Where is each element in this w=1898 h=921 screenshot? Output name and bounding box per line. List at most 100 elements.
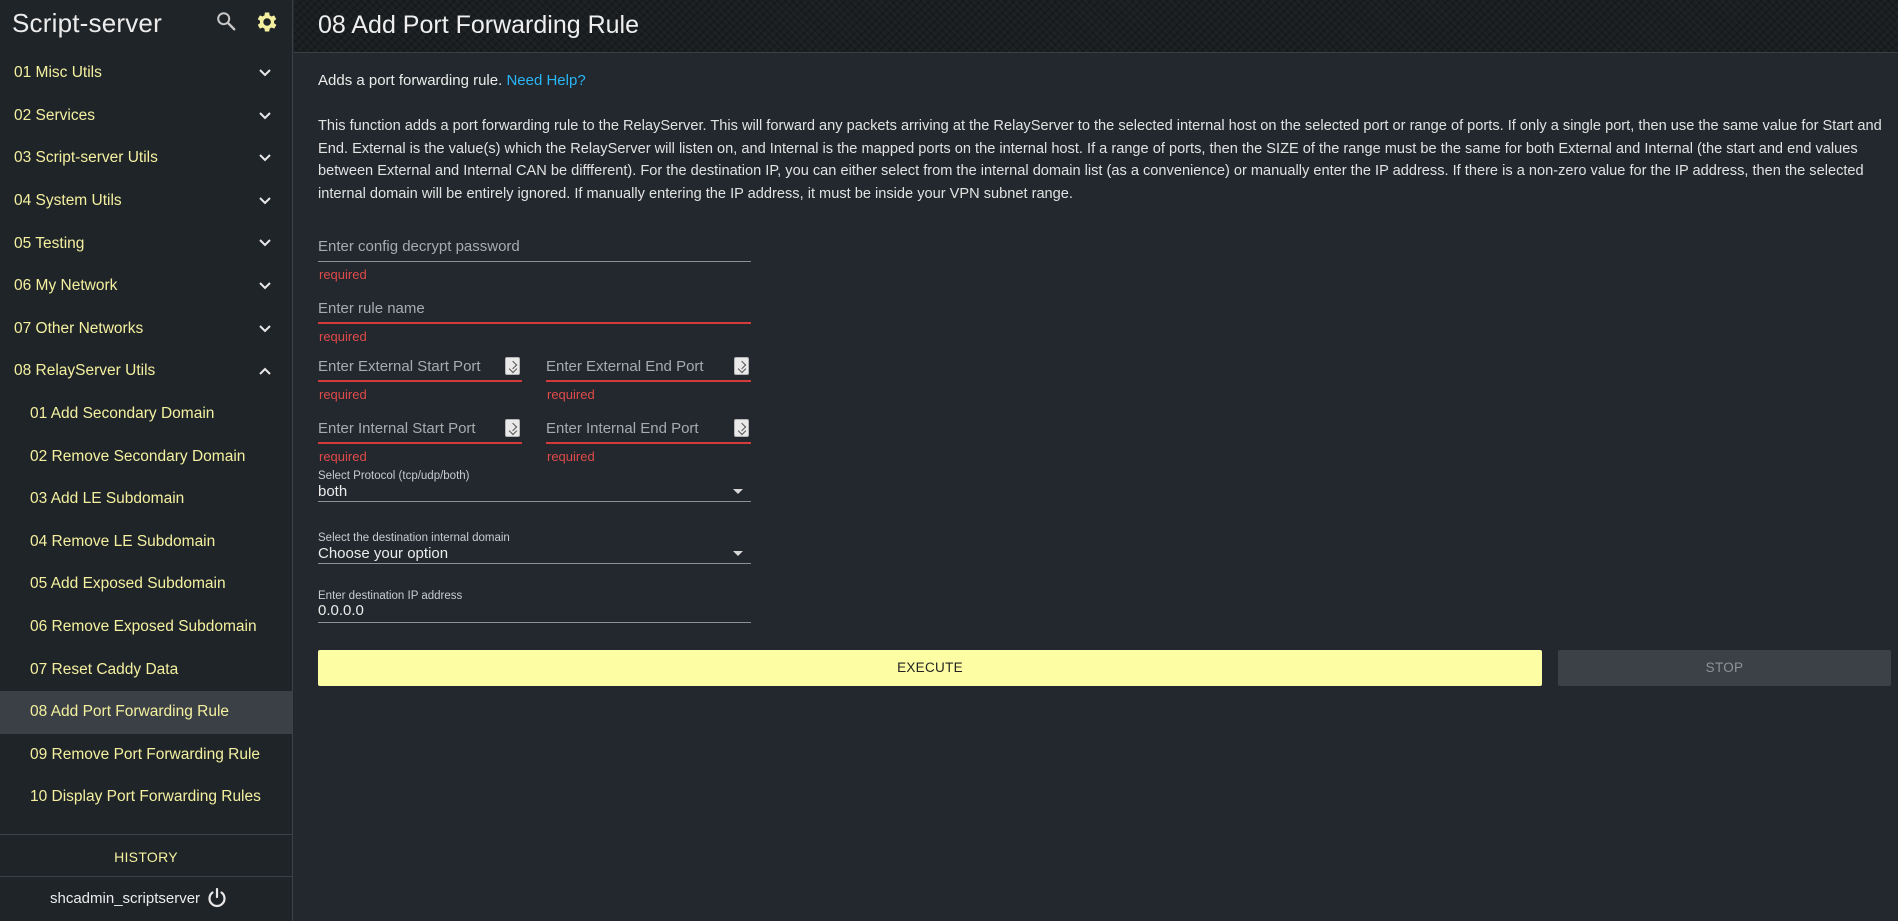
divider (0, 834, 292, 835)
sidebar-item-label: 04 Remove LE Subdomain (30, 532, 216, 550)
nav-group-misc-utils[interactable]: 01 Misc Utils (0, 52, 292, 95)
internal-end-port-placeholder: Enter Internal End Port (546, 420, 699, 437)
sidebar-item-add-secondary-domain[interactable]: 01 Add Secondary Domain (0, 393, 292, 436)
internal-end-port-field[interactable]: Enter Internal End Port required (546, 419, 751, 465)
field-underline (546, 380, 751, 382)
chevron-down-icon (259, 282, 271, 290)
script-nav: 01 Misc Utils 02 Services 03 Script-serv… (0, 52, 292, 819)
field-underline (318, 380, 522, 382)
chevron-down-icon (259, 197, 271, 205)
password-field[interactable]: Enter config decrypt password required (318, 238, 751, 283)
error-message: required (319, 267, 367, 282)
sidebar-item-display-port-forwarding-rules[interactable]: 10 Display Port Forwarding Rules (0, 776, 292, 819)
nav-group-label: 02 Services (14, 106, 95, 124)
error-message: required (547, 449, 595, 464)
sidebar-item-label: 01 Add Secondary Domain (30, 405, 215, 423)
sidebar-item-add-le-subdomain[interactable]: 03 Add LE Subdomain (0, 478, 292, 521)
page-header: 08 Add Port Forwarding Rule (294, 0, 1898, 53)
intro-text: Adds a port forwarding rule. (318, 72, 503, 89)
chevron-up-icon (259, 367, 271, 375)
execute-button[interactable]: EXECUTE (318, 650, 1542, 686)
nav-group-relayserver-utils[interactable]: 08 RelayServer Utils (0, 350, 292, 393)
script-description: This function adds a port forwarding rul… (318, 118, 1882, 203)
protocol-value: both (318, 483, 348, 500)
external-end-port-field[interactable]: Enter External End Port required (546, 357, 751, 403)
number-stepper[interactable] (505, 419, 520, 437)
nav-group-script-server-utils[interactable]: 03 Script-server Utils (0, 137, 292, 180)
protocol-label: Select Protocol (tcp/udp/both) (318, 470, 470, 482)
nav-group-my-network[interactable]: 06 My Network (0, 265, 292, 308)
ip-address-field[interactable]: Enter destination IP address 0.0.0.0 (318, 590, 751, 624)
nav-group-other-networks[interactable]: 07 Other Networks (0, 308, 292, 351)
field-underline (318, 261, 751, 262)
sidebar-item-remove-exposed-subdomain[interactable]: 06 Remove Exposed Subdomain (0, 606, 292, 649)
rule-name-field[interactable]: Enter rule name required (318, 300, 751, 345)
nav-group-system-utils[interactable]: 04 System Utils (0, 180, 292, 223)
number-stepper[interactable] (505, 357, 520, 375)
nav-group-label: 07 Other Networks (14, 319, 144, 337)
internal-domain-select[interactable]: Select the destination internal domain C… (318, 532, 751, 566)
caret-down-icon (733, 489, 743, 494)
sidebar-item-label: 10 Display Port Forwarding Rules (30, 788, 261, 806)
nav-group-services[interactable]: 02 Services (0, 95, 292, 138)
chevron-down-icon (259, 324, 271, 332)
nav-group-testing[interactable]: 05 Testing (0, 222, 292, 265)
sidebar: Script-server 01 Misc Utils 02 Services … (0, 0, 293, 921)
nav-group-label: 05 Testing (14, 234, 85, 252)
error-message: required (319, 449, 367, 464)
field-underline (318, 322, 751, 324)
chevron-down-icon (259, 111, 271, 120)
sidebar-item-reset-caddy-data[interactable]: 07 Reset Caddy Data (0, 648, 292, 691)
power-icon[interactable] (205, 886, 229, 910)
external-start-port-placeholder: Enter External Start Port (318, 358, 481, 375)
sidebar-item-label: 07 Reset Caddy Data (30, 660, 179, 678)
sidebar-item-add-exposed-subdomain[interactable]: 05 Add Exposed Subdomain (0, 563, 292, 606)
rule-name-placeholder: Enter rule name (318, 300, 425, 317)
username: shcadmin_scriptserver (50, 890, 201, 907)
chevron-down-icon (259, 69, 271, 77)
nav-group-label: 06 My Network (14, 277, 118, 295)
error-message: required (547, 387, 595, 402)
password-placeholder: Enter config decrypt password (318, 238, 520, 255)
divider (0, 876, 292, 877)
sidebar-item-remove-secondary-domain[interactable]: 02 Remove Secondary Domain (0, 435, 292, 478)
external-start-port-field[interactable]: Enter External Start Port required (318, 357, 522, 403)
protocol-select[interactable]: Select Protocol (tcp/udp/both) both (318, 470, 751, 504)
error-message: required (319, 387, 367, 402)
field-underline (318, 442, 522, 444)
internal-domain-label: Select the destination internal domain (318, 532, 510, 544)
field-underline (546, 442, 751, 444)
number-stepper[interactable] (734, 357, 749, 375)
number-stepper[interactable] (734, 419, 749, 437)
sidebar-item-remove-port-forwarding-rule[interactable]: 09 Remove Port Forwarding Rule (0, 734, 292, 777)
sidebar-item-remove-le-subdomain[interactable]: 04 Remove LE Subdomain (0, 521, 292, 564)
gear-icon[interactable] (253, 9, 279, 35)
page-title: 08 Add Port Forwarding Rule (318, 11, 640, 39)
sidebar-item-label: 03 Add LE Subdomain (30, 490, 185, 508)
error-message: required (319, 329, 367, 344)
internal-domain-value: Choose your option (318, 545, 449, 562)
chevron-down-icon (259, 239, 271, 247)
app-title: Script-server (12, 8, 162, 38)
caret-down-icon (733, 551, 743, 556)
sidebar-item-add-port-forwarding-rule[interactable]: 08 Add Port Forwarding Rule (0, 690, 292, 734)
internal-start-port-placeholder: Enter Internal Start Port (318, 420, 476, 437)
chevron-down-icon (259, 154, 271, 162)
internal-start-port-field[interactable]: Enter Internal Start Port required (318, 419, 522, 465)
external-end-port-placeholder: Enter External End Port (546, 358, 704, 375)
sidebar-item-label: 09 Remove Port Forwarding Rule (30, 745, 261, 763)
ip-address-label: Enter destination IP address (318, 590, 463, 602)
sidebar-item-label: 08 Add Port Forwarding Rule (30, 703, 230, 721)
search-icon[interactable] (215, 10, 237, 32)
nav-group-label: 03 Script-server Utils (14, 149, 158, 167)
script-intro: Adds a port forwarding rule. Need Help? (318, 72, 586, 89)
nav-group-label: 01 Misc Utils (14, 64, 102, 82)
sidebar-item-label: 05 Add Exposed Subdomain (30, 575, 226, 593)
need-help-link[interactable]: Need Help? (506, 72, 585, 89)
nav-group-label: 04 System Utils (14, 192, 122, 210)
sidebar-item-label: 06 Remove Exposed Subdomain (30, 618, 257, 636)
field-underline (318, 501, 751, 502)
script-form: Adds a port forwarding rule. Need Help? … (294, 53, 1898, 921)
stop-button[interactable]: STOP (1558, 650, 1891, 686)
history-button[interactable]: HISTORY (0, 849, 292, 865)
